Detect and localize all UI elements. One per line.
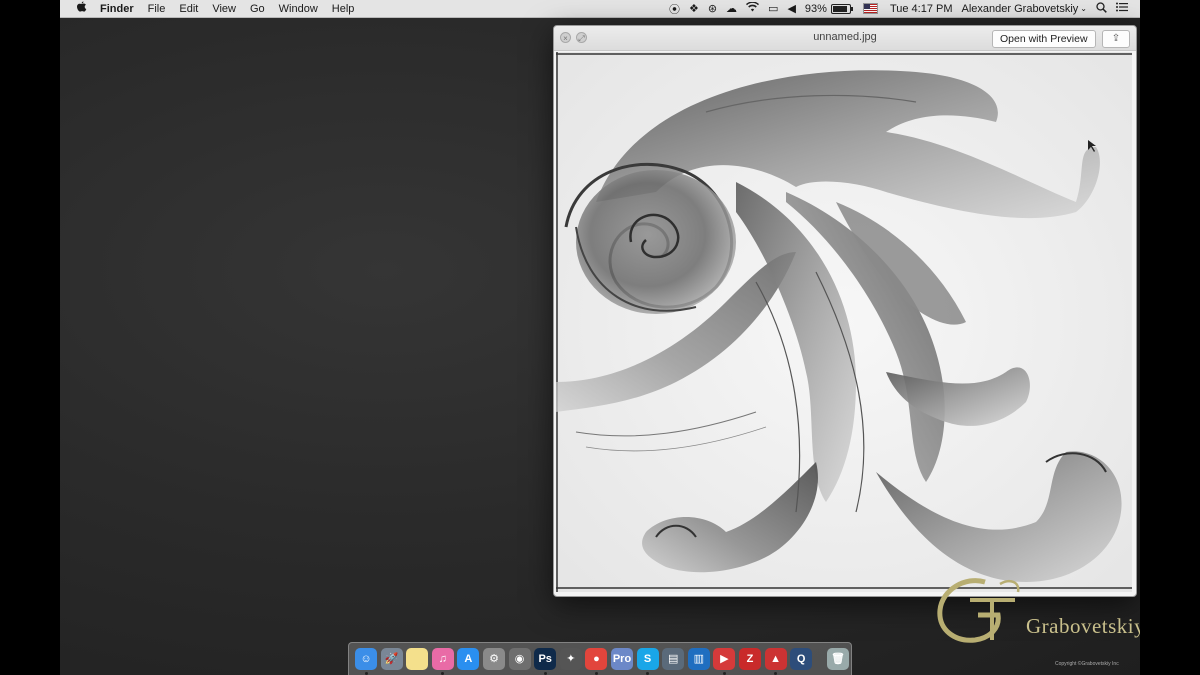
quicklook-window: × ⤢ unnamed.jpg Open with Preview ⇪ <box>553 25 1137 597</box>
grabovetskiy-logo: Grabovetskiy <box>930 570 1140 650</box>
menu-window[interactable]: Window <box>279 3 318 15</box>
dock-pdf-app-icon[interactable]: ▲ <box>764 648 787 670</box>
dock-quicktime-icon[interactable]: Q <box>790 648 813 670</box>
menu-file[interactable]: File <box>148 3 166 15</box>
battery-percent: 93% <box>804 2 827 15</box>
dock-system-preferences-icon[interactable]: ⚙ <box>483 648 505 670</box>
dock-skype-icon[interactable]: S <box>636 648 659 670</box>
dock-photo-app-icon[interactable]: ◉ <box>508 648 531 670</box>
creative-cloud-icon[interactable]: ⊛ <box>708 2 717 15</box>
quicklook-titlebar[interactable]: × ⤢ unnamed.jpg Open with Preview ⇪ <box>554 26 1136 51</box>
dock-player-icon[interactable]: ▶ <box>713 648 736 670</box>
menu-edit[interactable]: Edit <box>179 3 198 15</box>
dropbox-icon[interactable]: ❖ <box>689 2 699 15</box>
dock-filezilla-icon[interactable]: Z <box>739 648 761 670</box>
dock-photoshop-icon[interactable]: Ps <box>534 648 557 670</box>
dock-itunes-icon[interactable]: ♫ <box>431 648 454 670</box>
menu-bar: Finder File Edit View Go Window Help ⦿ ❖… <box>60 0 1140 18</box>
wifi-icon[interactable] <box>746 1 760 15</box>
volume-icon[interactable]: ◀ <box>787 2 795 15</box>
dock-pro-app-icon[interactable]: Pro <box>611 648 633 670</box>
apple-icon[interactable] <box>74 1 88 16</box>
chevron-down-icon: ⌄ <box>1080 4 1087 13</box>
dock-trash-icon[interactable]: 🗑 <box>827 648 849 670</box>
clock[interactable]: Tue 4:17 PM <box>890 3 953 15</box>
open-with-preview-button[interactable]: Open with Preview <box>992 30 1096 48</box>
menu-help[interactable]: Help <box>332 3 355 15</box>
copyright-text: Copyright ©Grabovetskiy Inc <box>1055 661 1119 667</box>
cloud-icon[interactable]: ☁ <box>726 2 737 15</box>
us-flag-icon[interactable] <box>862 3 878 15</box>
brand-name: Grabovetskiy <box>1026 614 1140 638</box>
dock-chrome-icon[interactable]: ● <box>585 648 608 670</box>
status-area: ⦿ ❖ ⊛ ☁ ▭ ◀ 93% Tue 4:17 PM Alexander Gr… <box>660 1 1128 17</box>
menu-app-finder[interactable]: Finder <box>100 3 134 15</box>
share-icon[interactable]: ⇪ <box>1102 30 1130 48</box>
dock-final-cut-icon[interactable]: ✦ <box>559 648 582 670</box>
dock-trello-icon[interactable]: ▥ <box>687 648 710 670</box>
dock-notes-icon[interactable] <box>406 648 429 670</box>
menu-view[interactable]: View <box>212 3 236 15</box>
battery-icon[interactable] <box>830 3 853 15</box>
record-icon[interactable]: ⦿ <box>669 1 680 17</box>
airplay-icon[interactable]: ▭ <box>768 2 778 15</box>
dock-launchpad-icon[interactable]: 🚀 <box>380 648 403 670</box>
spotlight-search-icon[interactable] <box>1096 1 1107 16</box>
user-menu[interactable]: Alexander Grabovetskiy <box>962 3 1079 15</box>
dock-screenshot-icon[interactable]: ▤ <box>662 648 685 670</box>
dock: ☺ 🚀 ♫ A ⚙ ◉ Ps ✦ ● Pro S ▤ ▥ ▶ Z ▲ Q 🗑 <box>348 642 852 675</box>
dock-app-store-icon[interactable]: A <box>457 648 480 670</box>
acanthus-scroll-drawing <box>556 52 1132 592</box>
g-monogram-icon <box>937 578 1020 643</box>
image-preview <box>556 52 1132 592</box>
desktop: Finder File Edit View Go Window Help ⦿ ❖… <box>60 0 1140 675</box>
menu-go[interactable]: Go <box>250 3 265 15</box>
notification-center-icon[interactable] <box>1116 2 1128 15</box>
dock-finder-icon[interactable]: ☺ <box>355 648 377 670</box>
